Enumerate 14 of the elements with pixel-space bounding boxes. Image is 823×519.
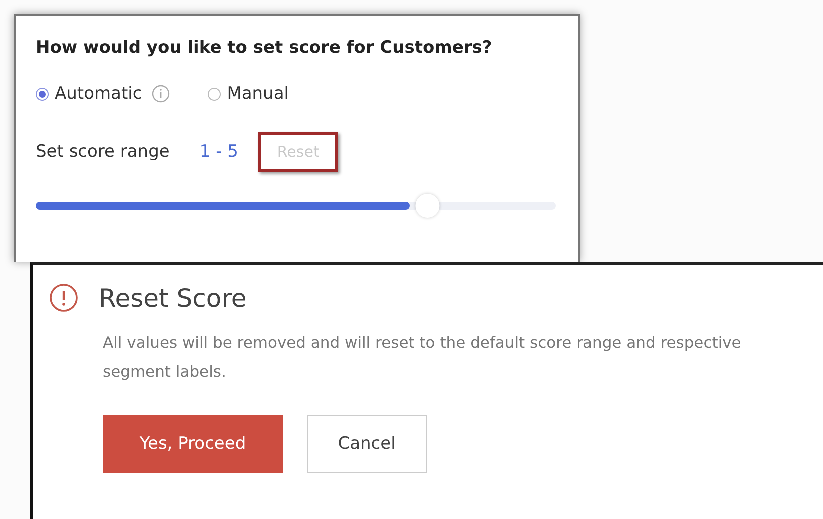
- cancel-button[interactable]: Cancel: [307, 415, 427, 473]
- range-label: Set score range: [36, 142, 170, 162]
- dialog-message: All values will be removed and will reset to the default score range and respective segment labels.: [103, 333, 742, 383]
- radio-option[interactable]: Automatic: [36, 84, 142, 104]
- proceed-button[interactable]: Yes, Proceed: [103, 415, 283, 473]
- radio-option[interactable]: Manual: [208, 84, 289, 104]
- question-heading: How would you like to set score for Customers?: [36, 38, 494, 58]
- radio-button[interactable]: [36, 88, 49, 100]
- radio-button[interactable]: [208, 88, 222, 100]
- slider-thumb[interactable]: [416, 194, 440, 218]
- warning-icon: [49, 283, 79, 313]
- info-icon[interactable]: [152, 85, 170, 103]
- dialog-title: Reset Score: [99, 284, 247, 312]
- range-value: 1 - 5: [200, 142, 238, 162]
